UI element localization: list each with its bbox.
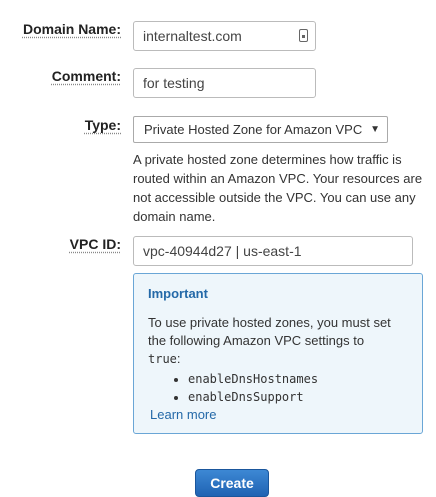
info-colon: : — [176, 351, 181, 366]
comment-input[interactable]: for testing — [133, 68, 316, 98]
info-code-value: true — [148, 352, 177, 366]
domain-name-label: Domain Name: — [22, 21, 121, 37]
info-text-block: To use private hosted zones, you must se… — [148, 314, 410, 368]
create-button[interactable]: Create — [195, 469, 269, 497]
keypad-icon[interactable] — [299, 29, 308, 42]
important-info-box: Important To use private hosted zones, y… — [133, 273, 423, 434]
domain-name-value: internaltest.com — [143, 28, 242, 44]
vpc-id-label: VPC ID: — [69, 236, 121, 252]
vpc-id-input[interactable]: vpc-40944d27 | us-east-1 — [133, 236, 413, 266]
type-help-text: A private hosted zone determines how tra… — [133, 152, 423, 224]
comment-label: Comment: — [51, 68, 121, 84]
list-item: enableDnsHostnames — [188, 370, 410, 388]
domain-name-input[interactable]: internaltest.com — [133, 21, 316, 51]
vpc-id-value: vpc-40944d27 | us-east-1 — [143, 243, 302, 259]
learn-more-link[interactable]: Learn more — [150, 407, 410, 422]
list-item: enableDnsSupport — [188, 388, 410, 406]
type-label: Type: — [84, 117, 121, 133]
settings-list: enableDnsHostnames enableDnsSupport — [148, 370, 410, 406]
info-title: Important — [148, 286, 208, 301]
comment-value: for testing — [143, 75, 205, 91]
chevron-down-icon[interactable]: ▼ — [370, 117, 380, 142]
type-selected-value: Private Hosted Zone for Amazon VPC — [144, 122, 363, 137]
type-select[interactable]: Private Hosted Zone for Amazon VPC ▼ — [133, 116, 388, 143]
info-text: To use private hosted zones, you must se… — [148, 315, 391, 348]
